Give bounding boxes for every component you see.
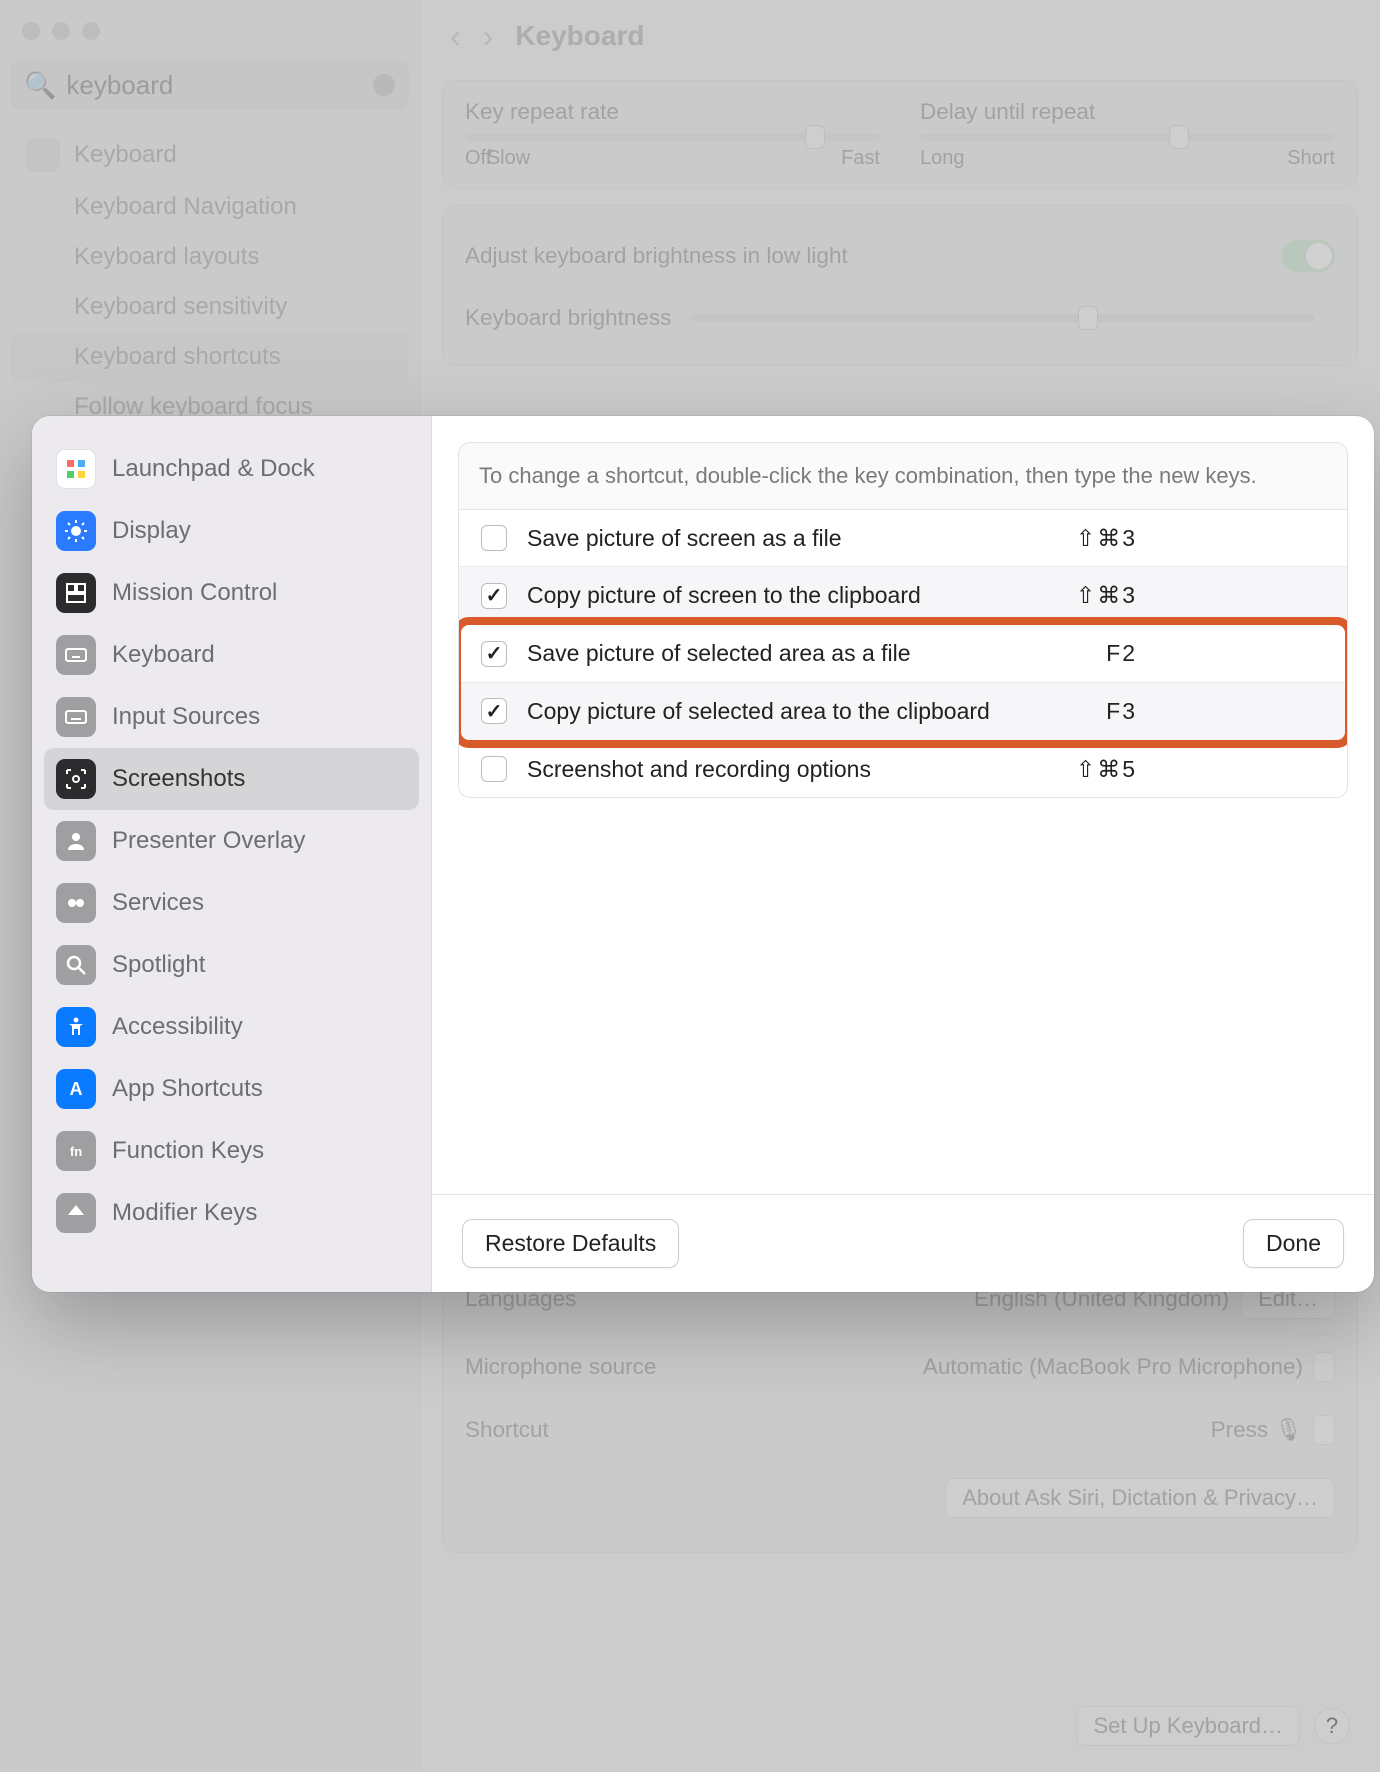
category-label: Function Keys: [112, 1137, 264, 1165]
launchpad-icon: [56, 449, 96, 489]
fn-icon: fn: [56, 1131, 96, 1171]
shortcut-checkbox[interactable]: [481, 525, 507, 551]
category-apps[interactable]: A App Shortcuts: [44, 1058, 419, 1120]
category-label: Display: [112, 517, 191, 545]
category-label: Screenshots: [112, 765, 245, 793]
shortcut-row[interactable]: Save picture of screen as a file ⇧⌘3: [459, 510, 1347, 567]
category-label: Accessibility: [112, 1013, 243, 1041]
shortcut-keys[interactable]: ⇧⌘3: [1047, 582, 1137, 609]
shortcut-description: Copy picture of selected area to the cli…: [527, 697, 1027, 726]
shortcut-row[interactable]: Copy picture of selected area to the cli…: [459, 682, 1347, 740]
shortcut-description: Save picture of screen as a file: [527, 524, 1027, 553]
access-icon: [56, 1007, 96, 1047]
shortcut-checkbox[interactable]: [481, 641, 507, 667]
category-label: Spotlight: [112, 951, 205, 979]
category-mission[interactable]: Mission Control: [44, 562, 419, 624]
category-fn[interactable]: fn Function Keys: [44, 1120, 419, 1182]
category-spotlight[interactable]: Spotlight: [44, 934, 419, 996]
shortcut-description: Screenshot and recording options: [527, 755, 1027, 784]
svg-text:A: A: [70, 1079, 83, 1099]
category-services[interactable]: Services: [44, 872, 419, 934]
shortcut-checkbox[interactable]: [481, 756, 507, 782]
category-label: Modifier Keys: [112, 1199, 257, 1227]
input-icon: [56, 697, 96, 737]
category-label: Launchpad & Dock: [112, 455, 315, 483]
category-input[interactable]: Input Sources: [44, 686, 419, 748]
category-keyboard[interactable]: Keyboard: [44, 624, 419, 686]
screenshots-icon: [56, 759, 96, 799]
mission-icon: [56, 573, 96, 613]
keyboard-shortcuts-sheet: Launchpad & Dock Display Mission Control Ke…: [32, 416, 1374, 1292]
help-text: To change a shortcut, double-click the k…: [458, 442, 1348, 509]
shortcut-row[interactable]: Save picture of selected area as a file F…: [459, 624, 1347, 682]
shortcut-keys[interactable]: ⇧⌘3: [1047, 525, 1137, 552]
category-screenshots[interactable]: Screenshots: [44, 748, 419, 810]
category-modifier[interactable]: Modifier Keys: [44, 1182, 419, 1244]
shortcut-list: Save picture of screen as a file⇧⌘3Copy …: [458, 509, 1348, 799]
shortcut-checkbox[interactable]: [481, 583, 507, 609]
services-icon: [56, 883, 96, 923]
modifier-icon: [56, 1193, 96, 1233]
shortcut-keys[interactable]: F3: [1047, 698, 1137, 725]
done-button[interactable]: Done: [1243, 1219, 1344, 1268]
shortcut-keys[interactable]: ⇧⌘5: [1047, 756, 1137, 783]
apps-icon: A: [56, 1069, 96, 1109]
presenter-icon: [56, 821, 96, 861]
category-presenter[interactable]: Presenter Overlay: [44, 810, 419, 872]
category-label: Presenter Overlay: [112, 827, 305, 855]
svg-text:fn: fn: [70, 1144, 82, 1159]
shortcut-keys[interactable]: F2: [1047, 640, 1137, 667]
display-icon: [56, 511, 96, 551]
category-launchpad[interactable]: Launchpad & Dock: [44, 438, 419, 500]
shortcut-description: Copy picture of screen to the clipboard: [527, 581, 1027, 610]
shortcut-checkbox[interactable]: [481, 698, 507, 724]
category-label: Mission Control: [112, 579, 277, 607]
shortcut-row[interactable]: Screenshot and recording options ⇧⌘5: [459, 740, 1347, 798]
category-sidebar: Launchpad & Dock Display Mission Control Ke…: [32, 416, 432, 1292]
shortcut-description: Save picture of selected area as a file: [527, 639, 1027, 668]
category-label: Services: [112, 889, 204, 917]
category-label: Input Sources: [112, 703, 260, 731]
category-label: Keyboard: [112, 641, 215, 669]
shortcut-row[interactable]: Copy picture of screen to the clipboard ⇧…: [459, 566, 1347, 624]
category-access[interactable]: Accessibility: [44, 996, 419, 1058]
category-display[interactable]: Display: [44, 500, 419, 562]
category-label: App Shortcuts: [112, 1075, 263, 1103]
keyboard-icon: [56, 635, 96, 675]
restore-defaults-button[interactable]: Restore Defaults: [462, 1219, 679, 1268]
spotlight-icon: [56, 945, 96, 985]
